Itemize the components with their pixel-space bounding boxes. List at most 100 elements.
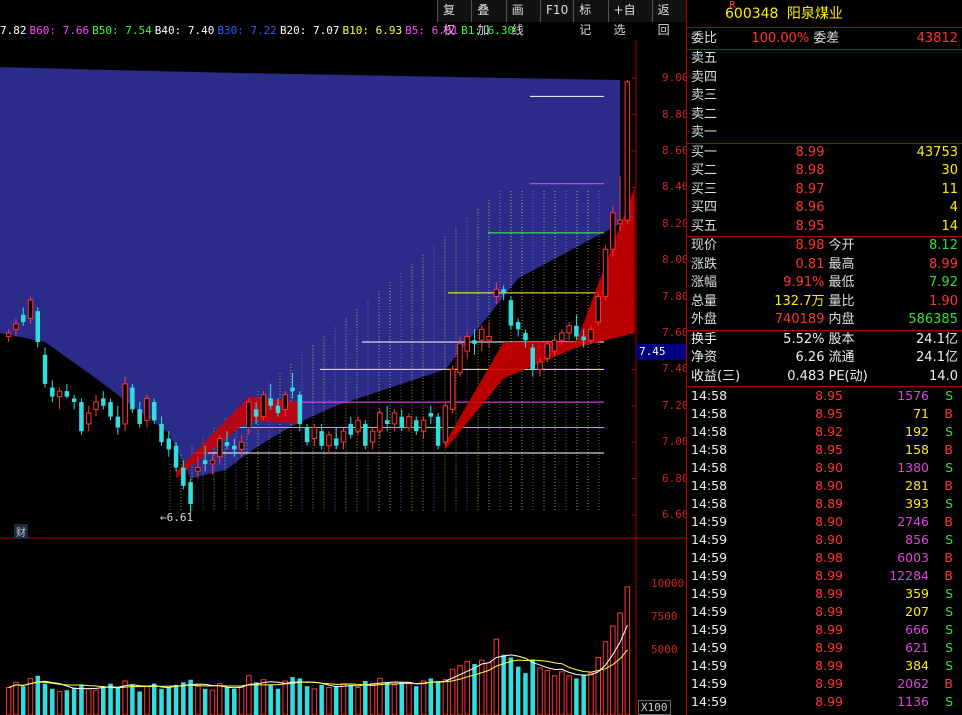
volume-unit-label: X100 [638,700,671,715]
candle-body [5,332,12,338]
candle-body [363,423,368,446]
sell-label: 卖三 [691,88,718,103]
volume-axis-label: 7500 [651,609,678,623]
price-axis-label: 8.40 [662,180,686,194]
volume-bar [216,683,223,715]
candle-body [115,416,121,428]
trade-row: 14:58 8.95 158 B [687,441,962,459]
buy-row: 买三 8.97 11 [687,181,962,200]
volume-bar [85,688,92,715]
fund-value: 24.1亿 [916,350,958,365]
candle-body [581,336,586,341]
fund-label: 流通 [828,350,855,365]
volume-bar [93,689,99,715]
stock-header: R 600348 阳泉煤业 [687,0,962,28]
fund-row: 净资 6.26 流通 24.1亿 [687,349,962,368]
quote-row: 涨跌 0.81 最高 8.99 [687,256,962,275]
trade-volume: 281 [905,478,929,493]
finance-tag[interactable]: 财 [14,524,28,539]
volume-bar [297,678,303,715]
volume-bar [414,686,419,715]
candlestick-chart[interactable] [0,0,686,715]
trade-row: 14:58 8.90 281 B [687,477,962,495]
volume-axis-label: 5000 [651,642,678,656]
volume-bar [369,683,376,715]
quote-label: 涨幅 [691,275,718,290]
volume-bar [159,688,164,715]
buy-orders: 买一 8.99 43753 买二 8.98 30 买三 8.97 11 买四 8.96 4 买五 8.95… [687,142,962,237]
volume-bar [333,686,339,715]
weibi-value: 100.00% [751,31,810,46]
tick-trades[interactable]: 14:58 8.95 1576 S 14:58 8.95 71 B 14:58 8.92 192 S 1… [687,386,962,711]
candle-body [355,419,361,432]
weicha-value: 43812 [916,31,958,46]
volume-bar [209,689,216,715]
ma-legend-item: B1: 6.30 [461,24,515,37]
volume-bar [523,673,528,715]
candle-body [428,413,434,417]
candle-body [326,434,332,447]
trade-time: 14:59 [691,586,728,601]
volume-bar [537,667,543,715]
buy-price: 8.97 [795,181,825,197]
quote-label: 最低 [828,275,855,290]
buy-label: 买四 [691,200,718,215]
buy-price: 8.99 [795,144,825,160]
toolbar-button-1[interactable]: 叠加 [471,0,506,37]
volume-bar [268,684,273,715]
candle-body [624,81,631,221]
volume-bar [56,690,63,715]
volume-bar [464,660,470,715]
chart-area[interactable]: 复权 叠加 画线 F10 标记 +自选 返回 7.82 B60: 7.66 B50: 7.54 B… [0,0,686,715]
trade-row: 14:59 8.99 1136 S [687,693,962,711]
fund-row: 换手 5.52% 股本 24.1亿 [687,331,962,350]
trade-side: S [945,532,953,547]
trade-volume: 1380 [897,460,929,475]
quote-value: 740189 [774,312,825,327]
candle-body [122,383,128,425]
candle-body [56,390,63,398]
candle-body [435,416,441,446]
volume-bar [253,682,259,715]
toolbar-button-2[interactable]: 画线 [505,0,541,37]
trade-row: 14:59 8.99 621 S [687,639,962,657]
trade-side: B [944,568,953,583]
trade-row: 14:59 8.99 2062 B [687,675,962,693]
toolbar-button-6[interactable]: 返回 [651,0,686,37]
trade-side: S [945,640,953,655]
candle-body [137,409,142,424]
volume-bar [595,656,602,715]
trade-time: 14:59 [691,622,728,637]
trade-time: 14:59 [691,568,728,583]
volume-bar [166,687,172,715]
fund-label: 股本 [828,331,855,347]
toolbar-button-5[interactable]: +自选 [607,0,652,37]
trade-price: 8.95 [815,388,843,403]
trade-time: 14:58 [691,496,728,511]
stock-name: 阳泉煤业 [786,6,843,22]
volume-bar [115,687,121,715]
trade-time: 14:59 [691,532,728,547]
candle-body [493,288,500,298]
current-price-tag: 7.45 [636,344,686,360]
candle-body [442,405,449,443]
candle-body [260,394,267,418]
candle-body [479,328,485,341]
candle-body [523,332,528,341]
quote-label: 涨跌 [691,256,718,272]
volume-bar [610,625,616,715]
trade-volume: 621 [905,640,929,655]
trade-time: 14:59 [691,694,728,709]
low-price-marker: ←6.61 [160,511,194,524]
candle-body [588,328,594,341]
volume-bar [319,684,324,715]
candle-body [13,323,19,330]
quote-panel: R 600348 阳泉煤业 委比 100.00% 委差 43812 卖五 卖四 卖三… [686,0,962,715]
trade-volume: 359 [905,586,929,601]
toolbar-button-4[interactable]: 标记 [573,0,608,37]
trade-volume: 71 [913,406,929,421]
toolbar-button-0[interactable]: 复权 [437,0,472,37]
toolbar-button-3[interactable]: F10 [540,0,574,22]
candle-body [224,442,230,446]
volume-bar [13,681,19,715]
